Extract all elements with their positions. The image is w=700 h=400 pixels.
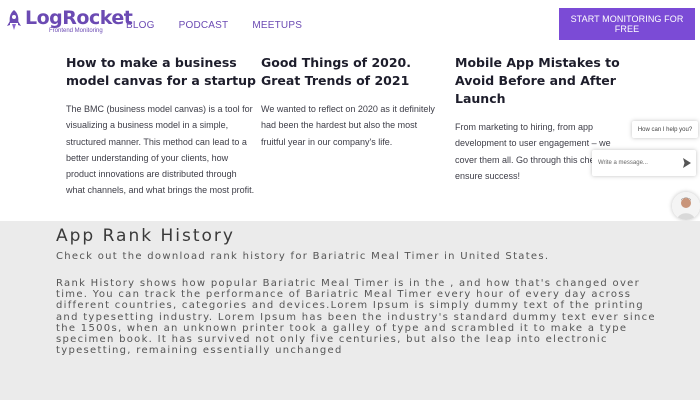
- rank-history-body: Rank History shows how popular Bariatric…: [56, 278, 656, 357]
- site-header: LogRocket Frontend Monitoring BLOG PODCA…: [0, 0, 700, 46]
- article-title[interactable]: Good Things of 2020. Great Trends of 202…: [261, 54, 441, 90]
- chat-message-input[interactable]: Write a message...: [592, 150, 696, 176]
- article-excerpt: We wanted to reflect on 2020 as it defin…: [261, 104, 435, 147]
- article-card[interactable]: Good Things of 2020. Great Trends of 202…: [261, 54, 441, 150]
- article-title[interactable]: How to make a business model canvas for …: [66, 54, 256, 90]
- article-card[interactable]: How to make a business model canvas for …: [66, 54, 256, 199]
- article-title[interactable]: Mobile App Mistakes to Avoid Before and …: [455, 54, 635, 108]
- brand-tagline: Frontend Monitoring: [49, 28, 103, 34]
- logrocket-logo[interactable]: LogRocket Frontend Monitoring: [6, 7, 133, 35]
- rank-history-subtitle: Check out the download rank history for …: [56, 251, 550, 262]
- chat-input-placeholder: Write a message...: [598, 160, 648, 166]
- chat-agent-avatar[interactable]: [672, 192, 700, 220]
- rank-history-title: App Rank History: [56, 226, 235, 246]
- brand-name: LogRocket: [25, 7, 133, 29]
- main-nav: BLOG PODCAST MEETUPS: [126, 20, 302, 31]
- agent-portrait-icon: [672, 192, 700, 220]
- chat-prompt-bubble[interactable]: How can I help you?: [632, 121, 698, 138]
- nav-blog[interactable]: BLOG: [126, 20, 155, 31]
- nav-podcast[interactable]: PODCAST: [179, 20, 229, 31]
- send-arrow-icon[interactable]: [682, 157, 692, 169]
- nav-meetups[interactable]: MEETUPS: [252, 20, 302, 31]
- start-monitoring-button[interactable]: START MONITORING FOR FREE: [559, 8, 695, 40]
- article-excerpt: The BMC (business model canvas) is a too…: [66, 104, 255, 196]
- rocket-logo-icon: [7, 10, 21, 30]
